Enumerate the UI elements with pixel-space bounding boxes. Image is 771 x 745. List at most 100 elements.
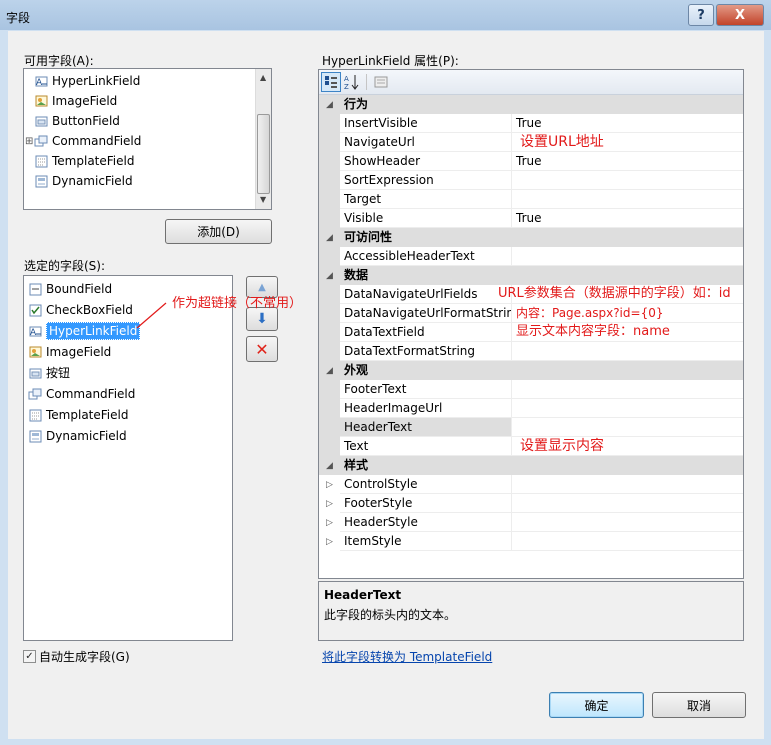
available-item[interactable]: DynamicField [34, 171, 141, 191]
available-item[interactable]: ButtonField [34, 111, 141, 131]
property-value[interactable]: 内容：Page.aspx?id={0} [512, 304, 743, 323]
property-name: AccessibleHeaderText [340, 247, 512, 266]
property-value-text: True [516, 154, 542, 168]
hyperlink-annotation: 作为超链接（不常用） [172, 296, 303, 311]
property-row[interactable]: DataNavigateUrlFormatString 内容：Page.aspx?… [319, 304, 743, 323]
categorized-button[interactable] [321, 72, 341, 92]
property-value[interactable] [512, 247, 743, 266]
property-row[interactable]: InsertVisible True [319, 114, 743, 133]
row-gutter [319, 171, 340, 190]
hyperlinkfield-icon: A [28, 324, 42, 338]
property-row[interactable]: HeaderImageUrl [319, 399, 743, 418]
selected-item[interactable]: DynamicField [28, 425, 228, 446]
selected-item[interactable]: ImageField [28, 341, 228, 362]
row-gutter [319, 399, 340, 418]
row-gutter [319, 114, 340, 133]
selected-fields-list[interactable]: BoundField CheckBoxField A HyperLinkField Im… [23, 275, 233, 641]
scroll-thumb[interactable] [257, 114, 270, 194]
property-value[interactable] [512, 418, 743, 437]
categorized-icon [325, 76, 337, 88]
scroll-down-arrow-icon[interactable]: ▼ [260, 195, 266, 204]
property-row[interactable]: Text 设置显示内容 [319, 437, 743, 456]
property-row[interactable]: DataNavigateUrlFields URL参数集合（数据源中的字段）如：i… [319, 285, 743, 304]
property-row[interactable]: Visible True [319, 209, 743, 228]
svg-text:A: A [344, 75, 349, 83]
available-item[interactable]: ImageField [34, 91, 141, 111]
available-item[interactable]: ⊞ CommandField [25, 131, 141, 151]
category-name: 数据 [344, 268, 369, 282]
delete-button[interactable]: ✕ [246, 336, 278, 362]
property-value[interactable] [512, 494, 743, 513]
property-value[interactable] [512, 399, 743, 418]
selected-item[interactable]: TemplateField [28, 404, 228, 425]
expand-icon[interactable]: ⊞ [25, 136, 33, 147]
alphabetical-button[interactable]: AZ [342, 72, 362, 92]
property-row[interactable]: ▷ HeaderStyle [319, 513, 743, 532]
property-row[interactable]: HeaderText [319, 418, 743, 437]
property-row[interactable]: ▷ ItemStyle [319, 532, 743, 551]
auto-generate-checkbox[interactable]: ✓ [23, 650, 36, 663]
available-fields-list[interactable]: A HyperLinkField ImageField ButtonField ⊞ Com… [23, 68, 272, 210]
property-value[interactable]: 设置显示内容 [512, 437, 743, 456]
property-row[interactable]: ShowHeader True [319, 152, 743, 171]
cancel-button[interactable]: 取消 [652, 692, 746, 718]
expand-icon[interactable]: ▷ [319, 532, 340, 551]
property-category[interactable]: ◢ 外观 [319, 361, 743, 380]
property-category[interactable]: ◢ 数据 [319, 266, 743, 285]
close-button[interactable]: X [716, 4, 764, 26]
property-category[interactable]: ◢ 可访问性 [319, 228, 743, 247]
convert-to-templatefield-link[interactable]: 将此字段转换为 TemplateField [322, 648, 492, 665]
available-item[interactable]: A HyperLinkField [34, 71, 141, 91]
property-row[interactable]: DataTextField 显示文本内容字段：name [319, 323, 743, 342]
help-button[interactable]: ? [688, 4, 714, 26]
collapse-icon[interactable]: ◢ [319, 266, 340, 285]
category-name: 行为 [344, 97, 369, 111]
expand-icon[interactable]: ▷ [319, 475, 340, 494]
available-item-label: TemplateField [52, 154, 135, 168]
expand-icon[interactable]: ▷ [319, 513, 340, 532]
collapse-icon[interactable]: ◢ [319, 361, 340, 380]
property-name: Target [340, 190, 512, 209]
property-value[interactable] [512, 190, 743, 209]
property-row[interactable]: NavigateUrl 设置URL地址 [319, 133, 743, 152]
expand-icon[interactable]: ▷ [319, 494, 340, 513]
property-value[interactable] [512, 380, 743, 399]
property-row[interactable]: FooterText [319, 380, 743, 399]
dialog-client: 可用字段(A): A HyperLinkField ImageField Button… [8, 31, 764, 739]
property-value[interactable]: True [512, 209, 743, 228]
property-row[interactable]: Target [319, 190, 743, 209]
property-pages-button[interactable] [371, 72, 391, 92]
property-value[interactable] [512, 513, 743, 532]
property-value[interactable]: 显示文本内容字段：name [512, 323, 743, 342]
available-item[interactable]: TemplateField [34, 151, 141, 171]
property-row[interactable]: DataTextFormatString [319, 342, 743, 361]
property-value[interactable] [512, 475, 743, 494]
selected-item[interactable]: 按钮 [28, 362, 228, 383]
selected-item[interactable]: CommandField [28, 383, 228, 404]
property-category[interactable]: ◢ 行为 [319, 95, 743, 114]
collapse-icon[interactable]: ◢ [319, 95, 340, 114]
available-scrollbar[interactable]: ▲ ▼ [255, 69, 271, 209]
property-value[interactable]: True [512, 114, 743, 133]
property-row[interactable]: AccessibleHeaderText [319, 247, 743, 266]
scroll-up-arrow-icon[interactable]: ▲ [260, 73, 266, 82]
properties-label: HyperLinkField 属性(P): [322, 54, 459, 68]
property-row[interactable]: SortExpression [319, 171, 743, 190]
property-value[interactable] [512, 342, 743, 361]
add-button[interactable]: 添加(D) [165, 219, 272, 244]
property-value[interactable]: 设置URL地址 [512, 133, 743, 152]
property-value[interactable] [512, 171, 743, 190]
property-row[interactable]: ▷ FooterStyle [319, 494, 743, 513]
collapse-icon[interactable]: ◢ [319, 228, 340, 247]
property-category[interactable]: ◢ 样式 [319, 456, 743, 475]
collapse-icon[interactable]: ◢ [319, 456, 340, 475]
annotation-note: 设置URL地址 [520, 134, 604, 150]
property-value[interactable] [512, 532, 743, 551]
property-row[interactable]: ▷ ControlStyle [319, 475, 743, 494]
selected-item[interactable]: A HyperLinkField [28, 320, 228, 341]
property-value[interactable]: True [512, 152, 743, 171]
property-grid[interactable]: AZ ◢ 行为 InsertVisible True NavigateUrl 设置URL地… [318, 69, 744, 579]
property-value[interactable]: URL参数集合（数据源中的字段）如：id [498, 285, 743, 304]
property-name: SortExpression [340, 171, 512, 190]
ok-button[interactable]: 确定 [549, 692, 644, 718]
